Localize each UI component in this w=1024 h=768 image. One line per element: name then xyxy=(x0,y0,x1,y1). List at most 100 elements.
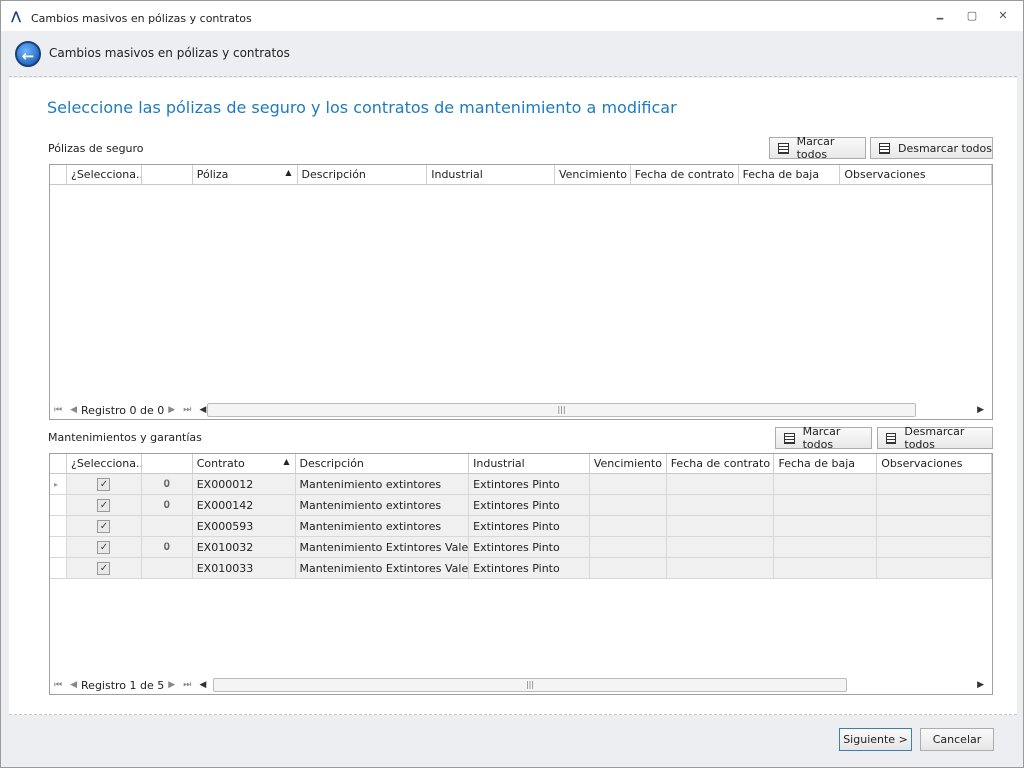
column-header[interactable]: ¿Selecciona... xyxy=(67,454,142,474)
table-row[interactable]: ▸ ✓ 𝟎 EX000012 Mantenimiento extintores Extin… xyxy=(50,474,992,495)
checkbox[interactable]: ✓ xyxy=(97,541,111,554)
column-header[interactable]: Observaciones xyxy=(840,165,992,185)
record-count: Registro 1 de 5 xyxy=(81,678,165,692)
contrato-cell: EX010033 xyxy=(192,558,296,579)
first-record-icon[interactable]: ⏮ xyxy=(50,680,66,690)
select-checkbox[interactable]: ✓ xyxy=(66,495,142,516)
scroll-left-icon[interactable]: ◀ xyxy=(195,680,210,690)
column-header-label: Fecha de contrato xyxy=(670,457,771,470)
attachment: 𝟎 xyxy=(141,495,193,516)
column-header-label: Industrial xyxy=(473,457,525,470)
fecha-baja-cell xyxy=(774,474,878,495)
fecha-baja-cell xyxy=(774,558,878,579)
row-indicator: ▸ xyxy=(50,474,67,495)
table-row[interactable]: ✓ EX000593 Mantenimiento extintores Extinto… xyxy=(50,516,992,537)
row-indicator xyxy=(50,537,67,558)
column-header[interactable]: Vencimiento xyxy=(555,165,631,185)
button-label: Desmarcar todos xyxy=(898,141,992,155)
table-row[interactable]: ✓ EX010033Mantenimiento Extintores Valenc… xyxy=(50,558,992,579)
page-heading: Seleccione las pólizas de seguro y los c… xyxy=(47,98,677,117)
table-row[interactable]: ✓ 𝟎 EX010032Mantenimiento Extintores Valen… xyxy=(50,537,992,558)
select-checkbox[interactable]: ✓ xyxy=(66,516,142,537)
scroll-right-icon[interactable]: ▶ xyxy=(973,680,988,690)
column-header[interactable] xyxy=(142,454,193,474)
column-header-label: Observaciones xyxy=(881,457,963,470)
column-header[interactable]: Descripción xyxy=(298,165,428,185)
select-checkbox[interactable]: ✓ xyxy=(66,474,142,495)
column-header[interactable]: Descripción xyxy=(296,454,470,474)
checkbox[interactable]: ✓ xyxy=(97,562,111,575)
button-label: Marcar todos xyxy=(796,135,835,161)
last-record-icon[interactable]: ⏭ xyxy=(179,680,195,690)
industrial-cell: Extintores Pinto xyxy=(469,537,590,558)
observaciones-cell xyxy=(877,537,992,558)
checkbox[interactable]: ✓ xyxy=(97,520,111,533)
column-header[interactable]: Contrato ▲ xyxy=(193,454,296,474)
column-header-label: Fecha de contrato xyxy=(634,168,735,181)
observaciones-cell xyxy=(877,495,992,516)
checklist-icon xyxy=(784,432,795,444)
prev-record-icon[interactable]: ◀ xyxy=(66,405,81,415)
column-header[interactable]: Vencimiento xyxy=(590,454,667,474)
column-header[interactable]: Fecha de contrato xyxy=(631,165,739,185)
paperclip-icon: 𝟎 xyxy=(163,540,170,553)
column-header[interactable]: ¿Selecciona... xyxy=(67,165,142,185)
column-header[interactable]: Fecha de contrato xyxy=(667,454,775,474)
grid-navigator: ⏮ ◀ Registro 0 de 0 ▶ ⏭ ◀ ||| ▶ xyxy=(50,401,992,419)
cancelar-button[interactable]: Cancelar xyxy=(920,728,994,751)
close-button[interactable]: ✕ xyxy=(995,9,1011,23)
column-header[interactable]: Industrial xyxy=(469,454,590,474)
column-header[interactable]: Observaciones xyxy=(877,454,992,474)
column-header[interactable]: Industrial xyxy=(427,165,555,185)
next-record-icon[interactable]: ▶ xyxy=(164,405,179,415)
column-header-label: ¿Selecciona... xyxy=(70,168,142,181)
grid-navigator: ⏮ ◀ Registro 1 de 5 ▶ ⏭ ◀ ||| ▶ xyxy=(50,676,992,694)
minimize-button[interactable]: 🗕 xyxy=(932,9,948,24)
descripcion-cell: Mantenimiento extintores xyxy=(295,474,470,495)
column-header[interactable] xyxy=(142,165,193,185)
marcar-todos-mant-button[interactable]: Marcar todos xyxy=(775,425,872,451)
siguiente-button[interactable]: Siguiente > xyxy=(839,728,912,751)
column-header[interactable]: Póliza ▲ xyxy=(193,165,298,185)
grid-header: ¿Selecciona... Póliza ▲ Descripción Industri… xyxy=(50,165,992,185)
app-logo-icon: ⋀ xyxy=(11,9,22,23)
column-header-label: Descripción xyxy=(299,457,364,470)
desmarcar-todos-mant-button[interactable]: Desmarcar todos xyxy=(877,425,993,451)
restore-button[interactable]: ▢ xyxy=(964,9,980,23)
contrato-cell: EX000593 xyxy=(192,516,296,537)
paperclip-icon: 𝟎 xyxy=(163,498,170,511)
column-header[interactable]: Fecha de baja xyxy=(774,454,878,474)
checkbox[interactable]: ✓ xyxy=(97,499,111,512)
column-header[interactable]: Fecha de baja xyxy=(739,165,841,185)
desmarcar-todos-polizas-button[interactable]: Desmarcar todos xyxy=(870,137,993,159)
row-indicator xyxy=(50,516,67,537)
select-checkbox[interactable]: ✓ xyxy=(66,537,142,558)
attachment: 𝟎 xyxy=(141,474,193,495)
next-record-icon[interactable]: ▶ xyxy=(164,680,179,690)
select-checkbox[interactable]: ✓ xyxy=(66,558,142,579)
contrato-cell: EX000142 xyxy=(192,495,296,516)
contrato-cell: EX010032 xyxy=(192,537,296,558)
table-row[interactable]: ✓ 𝟎 EX000142 Mantenimiento extintores Extint… xyxy=(50,495,992,516)
marcar-todos-polizas-button[interactable]: Marcar todos xyxy=(769,135,866,161)
fecha-contrato-cell xyxy=(666,537,775,558)
last-record-icon[interactable]: ⏭ xyxy=(179,405,195,415)
horizontal-scrollbar[interactable]: ||| xyxy=(207,403,916,417)
horizontal-scrollbar[interactable]: ||| xyxy=(213,678,847,692)
scroll-right-icon[interactable]: ▶ xyxy=(973,405,988,415)
first-record-icon[interactable]: ⏮ xyxy=(50,405,66,415)
polizas-label: Pólizas de seguro xyxy=(48,142,144,155)
fecha-contrato-cell xyxy=(666,474,775,495)
vencimiento-cell xyxy=(589,537,667,558)
button-label: Desmarcar todos xyxy=(904,425,965,451)
fecha-baja-cell xyxy=(774,516,878,537)
prev-record-icon[interactable]: ◀ xyxy=(66,680,81,690)
grid-header: ¿Selecciona... Contrato ▲ Descripción Indust… xyxy=(50,454,992,474)
column-header-label: Vencimiento xyxy=(558,168,628,181)
checkbox[interactable]: ✓ xyxy=(97,478,111,491)
mantenimientos-grid[interactable]: ¿Selecciona... Contrato ▲ Descripción Indust… xyxy=(49,453,993,695)
polizas-grid[interactable]: ¿Selecciona... Póliza ▲ Descripción Industri… xyxy=(49,164,993,420)
observaciones-cell xyxy=(877,516,992,537)
vencimiento-cell xyxy=(589,474,667,495)
back-arrow-icon[interactable]: ← xyxy=(15,41,41,67)
